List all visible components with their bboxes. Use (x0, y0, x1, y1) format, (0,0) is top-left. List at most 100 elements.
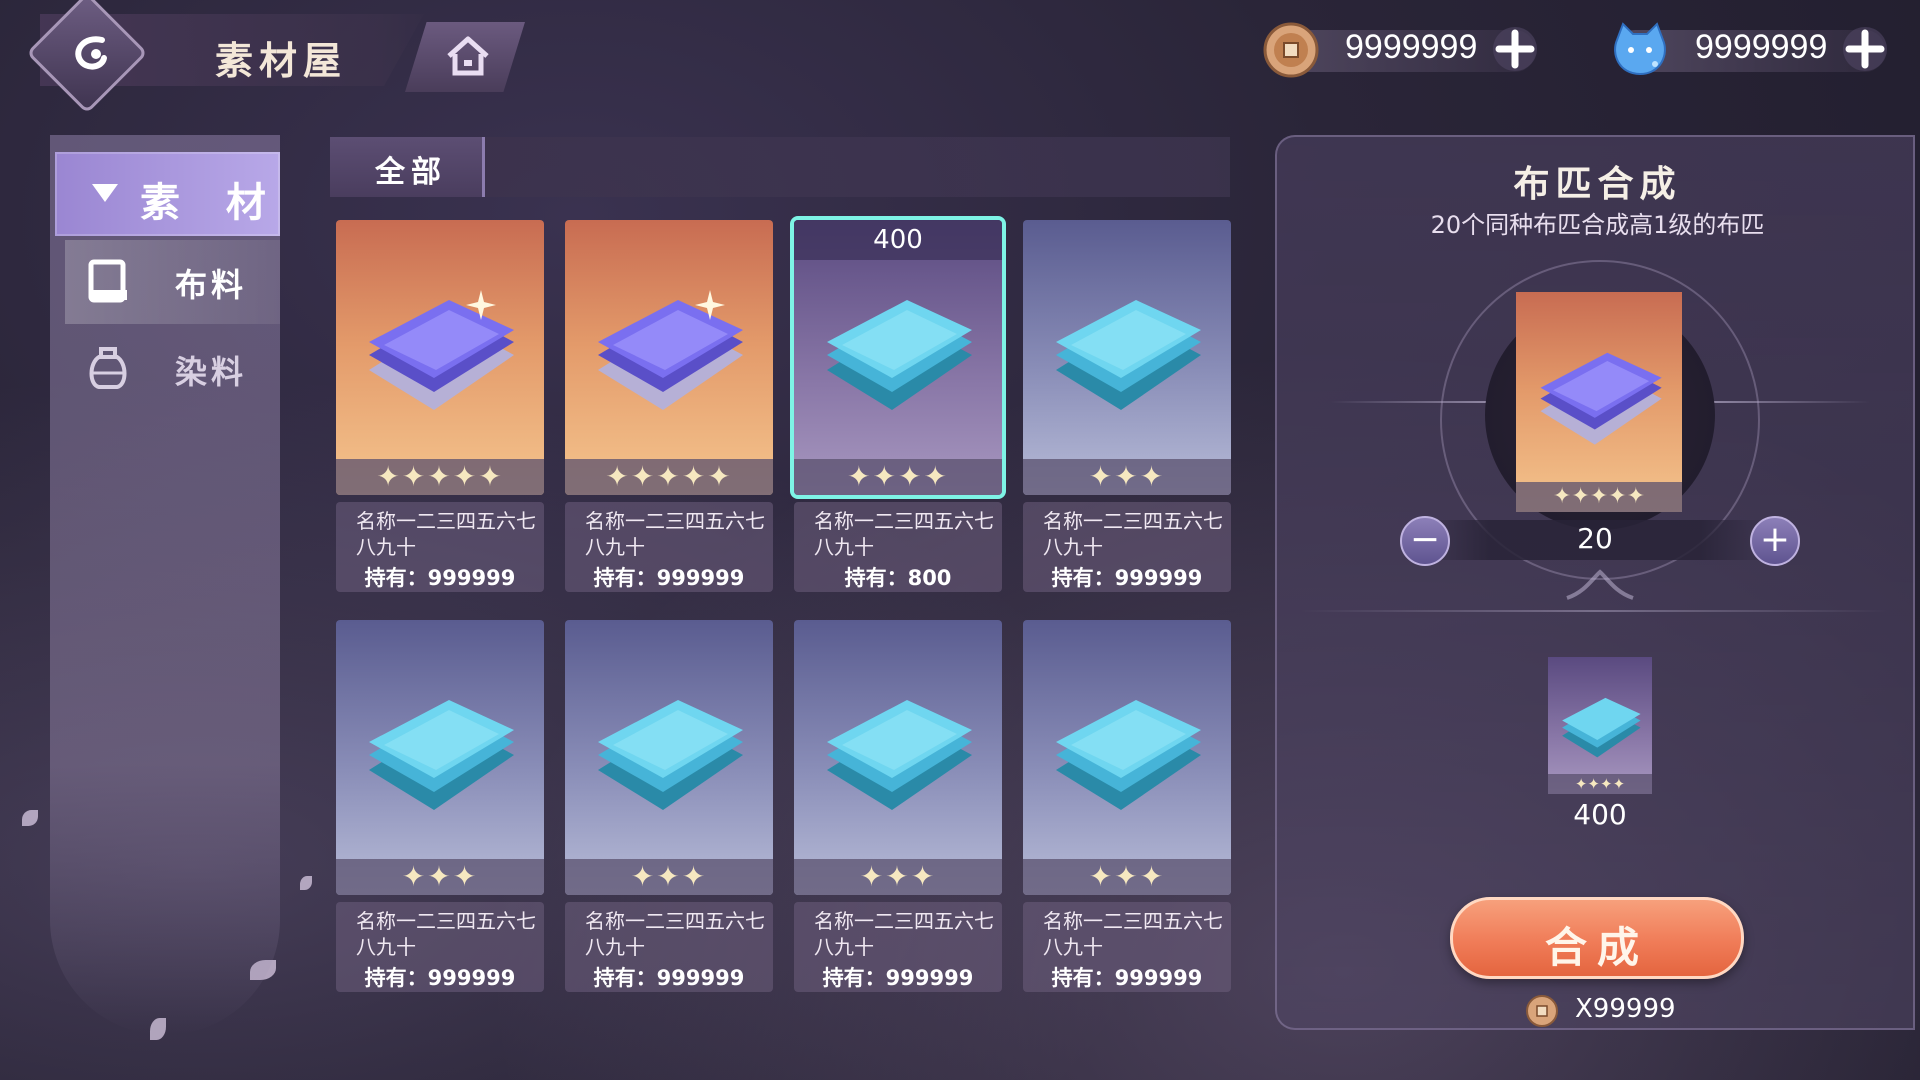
craft-button[interactable]: 合成 (1450, 897, 1744, 979)
craft-source-item[interactable]: ✦✦✦✦✦ (1516, 292, 1682, 512)
craft-cost: X99999 (1525, 994, 1705, 1028)
blue-cloth-icon (598, 700, 743, 810)
item-art: ✦✦✦ (565, 620, 773, 895)
item-art: 400 ✦✦✦✦ (794, 220, 1002, 495)
craft-cost-value: X99999 (1575, 994, 1676, 1024)
item-name: 名称一二三四五六七八九十 (1043, 909, 1223, 959)
back-swirl-icon[interactable] (64, 26, 120, 82)
item-art: ✦✦✦ (1023, 220, 1231, 495)
currency-copper-value: 9999999 (1345, 28, 1478, 66)
currency-copper: 9999999 (1245, 20, 1545, 80)
copper-coin-icon (1526, 995, 1558, 1027)
item-owned: 持有：999999 (1051, 966, 1203, 990)
book-icon (88, 259, 127, 303)
item-stars: ✦✦✦ (565, 859, 773, 895)
sidebar-item-label: 布料 (175, 266, 248, 304)
item-name: 名称一二三四五六七八九十 (814, 509, 994, 559)
add-gem-button[interactable] (1840, 24, 1890, 74)
purple-cloth-icon (1540, 352, 1662, 445)
currency-gem-value: 9999999 (1695, 28, 1828, 66)
item-card[interactable]: ✦✦✦ 名称一二三四五六七八九十持有：999999 (565, 620, 773, 1010)
item-stars: ✦✦✦✦ (794, 459, 1002, 495)
item-name: 名称一二三四五六七八九十 (356, 909, 536, 959)
item-owned: 持有：999999 (593, 966, 745, 990)
item-name: 名称一二三四五六七八九十 (356, 509, 536, 559)
blue-cloth-icon (827, 300, 972, 410)
item-card[interactable]: ✦✦✦ 名称一二三四五六七八九十持有：999999 (1023, 220, 1231, 610)
item-info: 名称一二三四五六七八九十持有：999999 (794, 902, 1002, 992)
blue-cloth-icon (1056, 300, 1201, 410)
item-owned: 持有：800 (844, 566, 952, 590)
sidebar-item-cloth[interactable]: 布料 (65, 240, 280, 324)
item-info: 名称一二三四五六七八九十持有：999999 (1023, 502, 1231, 592)
blue-cloth-icon (369, 700, 514, 810)
add-copper-button[interactable] (1490, 24, 1540, 74)
item-stars: ✦✦✦ (336, 859, 544, 895)
petal-decoration (22, 810, 38, 826)
item-owned: 持有：999999 (1051, 566, 1203, 590)
filter-tab-all[interactable]: 全部 (330, 137, 485, 197)
petal-decoration (300, 876, 312, 890)
currency-gem: 9999999 (1595, 20, 1895, 80)
sidebar-item-label: 染料 (175, 353, 248, 391)
item-owned: 持有：999999 (364, 566, 516, 590)
page-title: 素材屋 (215, 38, 348, 83)
quantity-plus-button[interactable]: + (1750, 516, 1800, 566)
item-stars: ✦✦✦ (1023, 859, 1231, 895)
craft-result-stars: ✦✦✦✦ (1548, 774, 1652, 794)
item-stars: ✦✦✦ (794, 859, 1002, 895)
item-info: 名称一二三四五六七八九十持有：999999 (565, 902, 773, 992)
item-owned: 持有：999999 (593, 566, 745, 590)
item-art: ✦✦✦✦✦ (336, 220, 544, 495)
item-info: 名称一二三四五六七八九十持有：999999 (1023, 902, 1231, 992)
item-name: 名称一二三四五六七八九十 (585, 509, 765, 559)
blue-cloth-icon (1562, 697, 1641, 758)
sidebar-category-label: 素 材 (140, 179, 282, 226)
craft-source-stars: ✦✦✦✦✦ (1516, 482, 1682, 512)
copper-coin-icon (1263, 22, 1319, 78)
item-info: 名称一二三四五六七八九十持有：800 (794, 502, 1002, 592)
item-card[interactable]: 400 ✦✦✦✦ 名称一二三四五六七八九十持有：800 (794, 220, 1002, 610)
item-info: 名称一二三四五六七八九十持有：999999 (336, 502, 544, 592)
home-icon[interactable] (445, 34, 491, 78)
quantity-value: 20 (1577, 522, 1613, 555)
blue-cloth-icon (827, 700, 972, 810)
item-info: 名称一二三四五六七八九十持有：999999 (336, 902, 544, 992)
purple-cloth-icon (598, 300, 743, 410)
item-name: 名称一二三四五六七八九十 (585, 909, 765, 959)
item-card[interactable]: ✦✦✦✦✦ 名称一二三四五六七八九十持有：999999 (336, 220, 544, 610)
triangle-down-icon (92, 184, 118, 202)
craft-result-item[interactable]: ✦✦✦✦ (1548, 657, 1652, 794)
item-stars: ✦✦✦✦✦ (565, 459, 773, 495)
item-card[interactable]: ✦✦✦ 名称一二三四五六七八九十持有：999999 (1023, 620, 1231, 1010)
item-top-count: 400 (794, 220, 1002, 260)
sidebar-item-dye[interactable]: 染料 (65, 327, 280, 411)
sparkle-icon (466, 290, 496, 320)
item-name: 名称一二三四五六七八九十 (1043, 509, 1223, 559)
craft-panel-title: 布匹合成 (1513, 163, 1682, 205)
item-stars: ✦✦✦ (1023, 459, 1231, 495)
quantity-minus-button[interactable]: − (1400, 516, 1450, 566)
purple-cloth-icon (369, 300, 514, 410)
dye-jar-icon (89, 347, 127, 389)
item-card[interactable]: ✦✦✦ 名称一二三四五六七八九十持有：999999 (336, 620, 544, 1010)
item-art: ✦✦✦ (1023, 620, 1231, 895)
craft-panel-subtitle: 20个同种布匹合成高1级的布匹 (1430, 211, 1765, 239)
item-owned: 持有：999999 (822, 966, 974, 990)
sparkle-icon (695, 290, 725, 320)
blue-cat-gem-icon (1614, 22, 1666, 76)
item-art: ✦✦✦ (336, 620, 544, 895)
craft-result-count: 400 (1573, 798, 1627, 831)
item-card[interactable]: ✦✦✦ 名称一二三四五六七八九十持有：999999 (794, 620, 1002, 1010)
item-card[interactable]: ✦✦✦✦✦ 名称一二三四五六七八九十持有：999999 (565, 220, 773, 610)
item-info: 名称一二三四五六七八九十持有：999999 (565, 502, 773, 592)
blue-cloth-icon (1056, 700, 1201, 810)
item-owned: 持有：999999 (364, 966, 516, 990)
craft-button-label: 合成 (1544, 923, 1649, 972)
panel-divider (1300, 610, 1890, 612)
filter-tab-label: 全部 (375, 155, 447, 190)
item-stars: ✦✦✦✦✦ (336, 459, 544, 495)
item-name: 名称一二三四五六七八九十 (814, 909, 994, 959)
item-art: ✦✦✦ (794, 620, 1002, 895)
chevron-up-decor-icon (1566, 569, 1634, 600)
